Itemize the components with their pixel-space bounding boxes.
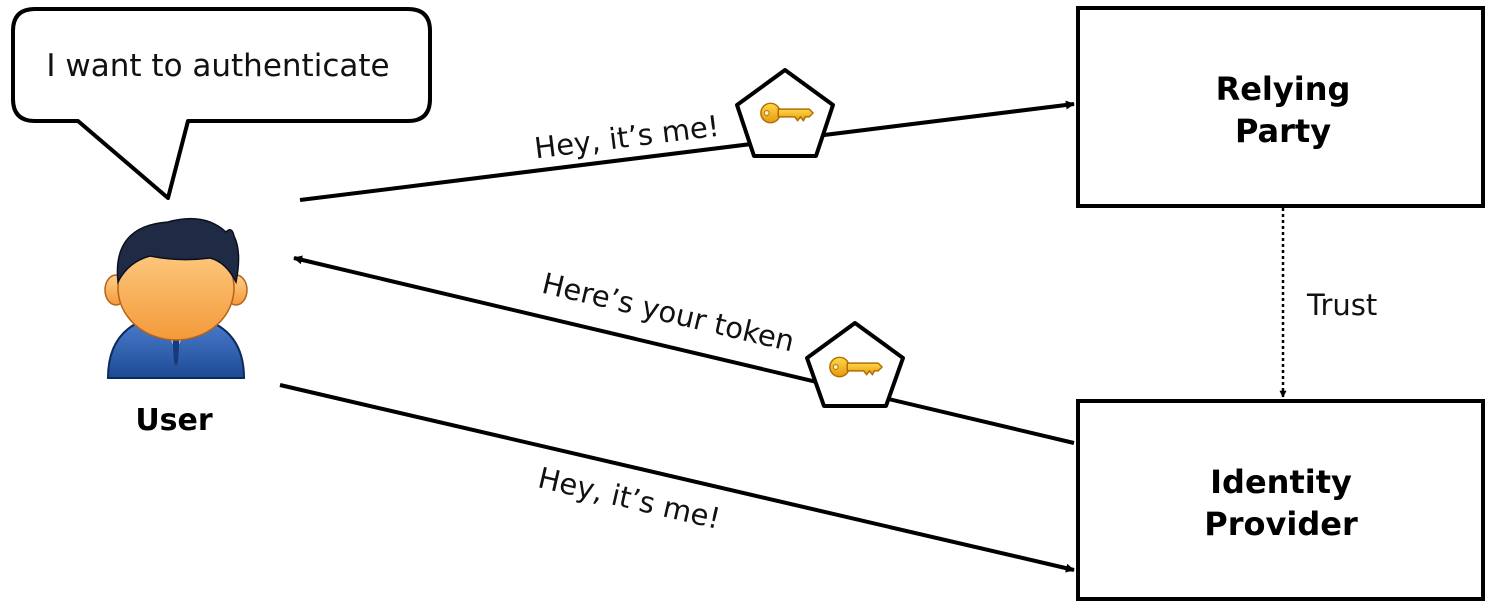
relying-party-box: Relying Party — [1076, 6, 1485, 208]
user-avatar-icon — [104, 217, 248, 379]
speech-bubble: I want to authenticate — [11, 7, 432, 200]
speech-bubble-text: I want to authenticate — [46, 48, 389, 84]
trust-label: Trust — [1306, 288, 1377, 322]
token-2 — [805, 321, 905, 408]
relying-party-label-line2: Party — [1235, 112, 1331, 150]
arrow-user-to-relying-party-label: Hey, it’s me! — [532, 109, 721, 166]
identity-provider-label-line1: Identity — [1210, 463, 1352, 501]
identity-provider-box: Identity Provider — [1076, 399, 1485, 601]
authentication-flow-diagram: I want to authenticate User Relying Part… — [11, 6, 1485, 601]
relying-party-label-line1: Relying — [1216, 70, 1351, 108]
arrow-identity-provider-to-user-label: Here’s your token — [539, 266, 798, 358]
identity-provider-label-line2: Provider — [1204, 505, 1358, 543]
user-label: User — [135, 403, 213, 438]
arrow-user-to-identity-provider-label: Hey, it’s me! — [535, 461, 724, 536]
token-1 — [735, 68, 835, 158]
